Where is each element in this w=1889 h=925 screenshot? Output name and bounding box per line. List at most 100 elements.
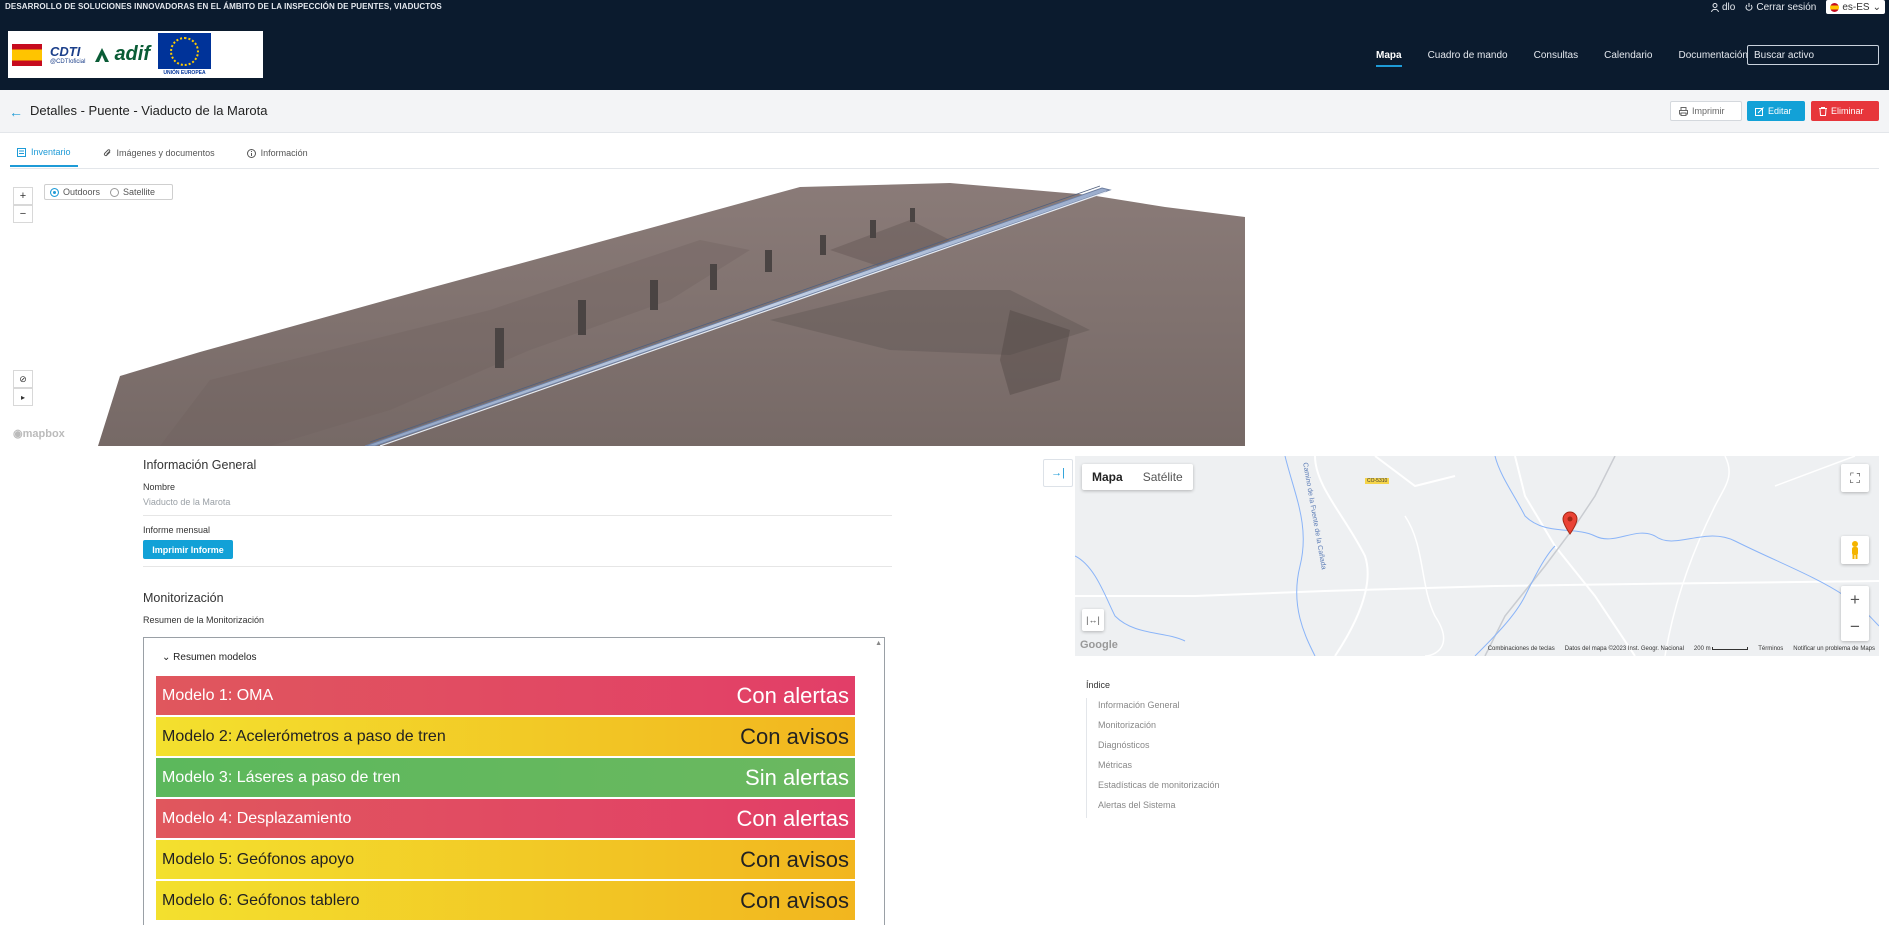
logout-link[interactable]: Cerrar sesión xyxy=(1745,2,1816,13)
location-pin-icon[interactable] xyxy=(1562,511,1578,535)
model-status: Sin alertas xyxy=(745,764,849,790)
terms-link[interactable]: Términos xyxy=(1758,646,1783,652)
edit-button[interactable]: Editar xyxy=(1747,101,1805,121)
index-heading: Índice xyxy=(1086,680,1111,690)
monitoring-summary-label: Resumen de la Monitorización xyxy=(143,615,265,625)
keyboard-shortcuts-link[interactable]: Combinaciones de teclas xyxy=(1488,646,1555,652)
google-logo: Google xyxy=(1080,639,1118,651)
page-title: Detalles - Puente - Viaducto de la Marot… xyxy=(30,103,268,118)
style-outdoors-label: Outdoors xyxy=(63,186,101,197)
detail-tabs: Inventario Imágenes y documentos Informa… xyxy=(10,145,315,167)
cdti-logo-text: CDTI xyxy=(50,44,81,59)
street-view-pegman-icon[interactable] xyxy=(1841,536,1869,564)
name-label: Nombre xyxy=(143,482,176,492)
model-status: Con avisos xyxy=(740,846,849,872)
tab-imagenes-label: Imágenes y documentos xyxy=(116,148,215,158)
monthly-report-label: Informe mensual xyxy=(143,525,211,535)
model-name: Modelo 4: Desplazamiento xyxy=(162,809,352,827)
bridge-3d-view[interactable]: + − Outdoors Satellite ⊘ ▸ ◉mapbox xyxy=(10,180,1245,446)
pitch-toggle-icon[interactable]: ▸ xyxy=(13,388,33,406)
model-row: Modelo 3: Láseres a paso de tren Sin ale… xyxy=(156,758,855,797)
eu-logo: UNIÓN EUROPEA xyxy=(158,32,211,77)
index-item-estadisticas[interactable]: Estadísticas de monitorización xyxy=(1098,778,1220,798)
collapse-panel-button[interactable]: →| xyxy=(1043,459,1073,487)
nav-calendario[interactable]: Calendario xyxy=(1604,50,1652,67)
info-icon xyxy=(246,148,256,158)
nav-consultas[interactable]: Consultas xyxy=(1534,50,1578,67)
map-zoom-out-icon[interactable]: − xyxy=(1850,617,1860,637)
map-type-satellite[interactable]: Satélite xyxy=(1133,464,1193,490)
user-menu[interactable]: dlo xyxy=(1710,1,1736,13)
spain-flag-icon xyxy=(1830,2,1840,12)
models-summary-toggle[interactable]: ⌄ Resumen modelos xyxy=(162,652,257,663)
nav-mapa[interactable]: Mapa xyxy=(1376,50,1402,67)
models-summary-title: Resumen modelos xyxy=(173,652,257,663)
search-input[interactable] xyxy=(1747,45,1879,65)
style-option-outdoors[interactable]: Outdoors xyxy=(50,186,101,198)
index-item-metricas[interactable]: Métricas xyxy=(1098,758,1220,778)
back-arrow-icon[interactable]: ← xyxy=(9,104,23,120)
fullscreen-icon[interactable]: ⛶ xyxy=(1841,464,1869,492)
monitoring-heading: Monitorización xyxy=(143,591,224,605)
edit-button-label: Editar xyxy=(1768,106,1792,116)
tab-informacion[interactable]: Información xyxy=(240,145,315,167)
adif-logo-text: adif xyxy=(114,43,150,65)
print-button[interactable]: Imprimir xyxy=(1670,101,1742,121)
delete-button[interactable]: Eliminar xyxy=(1811,101,1879,121)
tab-inventario[interactable]: Inventario xyxy=(10,145,78,167)
adif-mark-icon xyxy=(95,47,110,62)
chevron-down-icon: ⌄ xyxy=(1872,1,1881,13)
zoom-in-button[interactable]: + xyxy=(13,187,33,205)
title-bar: ← Detalles - Puente - Viaducto de la Mar… xyxy=(0,90,1889,133)
power-icon xyxy=(1745,3,1753,11)
tab-informacion-label: Información xyxy=(260,148,308,158)
model-row: Modelo 1: OMA Con alertas xyxy=(156,676,855,715)
divider xyxy=(143,515,892,516)
index-item-alertas[interactable]: Alertas del Sistema xyxy=(1098,798,1220,818)
adif-logo: adif xyxy=(93,43,150,66)
model-name: Modelo 1: OMA xyxy=(162,686,274,704)
map-zoom-control: + − xyxy=(1841,586,1869,641)
print-report-button[interactable]: Imprimir Informe xyxy=(143,540,233,559)
map-footer: Combinaciones de teclas Datos del mapa ©… xyxy=(1488,646,1875,652)
index-item-monitorizacion[interactable]: Monitorización xyxy=(1098,718,1220,738)
radio-unchecked-icon xyxy=(110,188,120,198)
inventory-icon xyxy=(17,147,26,157)
index-item-diagnosticos[interactable]: Diagnósticos xyxy=(1098,738,1220,758)
edit-icon xyxy=(1755,106,1764,116)
paperclip-icon xyxy=(103,148,110,156)
tab-imagenes-documentos[interactable]: Imágenes y documentos xyxy=(96,145,222,167)
project-title: DESARROLLO DE SOLUCIONES INNOVADORAS EN … xyxy=(5,2,442,11)
nav-documentacion[interactable]: Documentación xyxy=(1678,50,1747,67)
model-row: Modelo 5: Geófonos apoyo Con avisos xyxy=(156,840,855,879)
report-problem-link[interactable]: Notificar un problema de Maps xyxy=(1793,646,1875,652)
scroll-up-icon[interactable]: ▲ xyxy=(875,640,882,647)
location-map[interactable]: CO-5310 Camino de la Fuente de la Cañada… xyxy=(1075,456,1879,656)
map-scale: 200 m xyxy=(1694,646,1749,652)
printer-icon xyxy=(1679,106,1688,116)
user-links: dlo Cerrar sesión es-ES ⌄ xyxy=(1710,0,1889,14)
model-status: Con alertas xyxy=(736,682,849,708)
scale-bar-icon xyxy=(1712,646,1749,650)
name-value: Viaducto de la Marota xyxy=(143,497,231,507)
map-zoom-in-icon[interactable]: + xyxy=(1850,590,1860,610)
map-style-switch: Outdoors Satellite xyxy=(44,184,173,200)
measure-icon[interactable]: |↔| xyxy=(1082,609,1104,631)
model-name: Modelo 6: Geófonos tablero xyxy=(162,891,360,909)
model-status: Con alertas xyxy=(736,805,849,831)
style-option-satellite[interactable]: Satellite xyxy=(110,187,155,198)
pegman-icon xyxy=(1852,541,1858,559)
language-select[interactable]: es-ES ⌄ xyxy=(1826,0,1885,14)
eu-logo-text: UNIÓN EUROPEA xyxy=(158,68,211,77)
map-data-attribution: Datos del mapa ©2023 Inst. Geogr. Nacion… xyxy=(1564,646,1684,652)
nav-cuadro-de-mando[interactable]: Cuadro de mando xyxy=(1428,50,1508,67)
compass-icon[interactable]: ⊘ xyxy=(13,370,33,388)
user-name: dlo xyxy=(1721,1,1736,13)
cdti-logo: CDTI @CDTIoficial xyxy=(50,44,85,65)
mapbox-attribution: mapbox xyxy=(22,428,65,440)
map-type-map[interactable]: Mapa xyxy=(1082,464,1133,490)
index-item-informacion-general[interactable]: Información General xyxy=(1098,698,1220,718)
zoom-out-button[interactable]: − xyxy=(13,205,33,223)
bridge-3d-model[interactable] xyxy=(10,180,1245,446)
model-name: Modelo 2: Acelerómetros a paso de tren xyxy=(162,727,446,745)
